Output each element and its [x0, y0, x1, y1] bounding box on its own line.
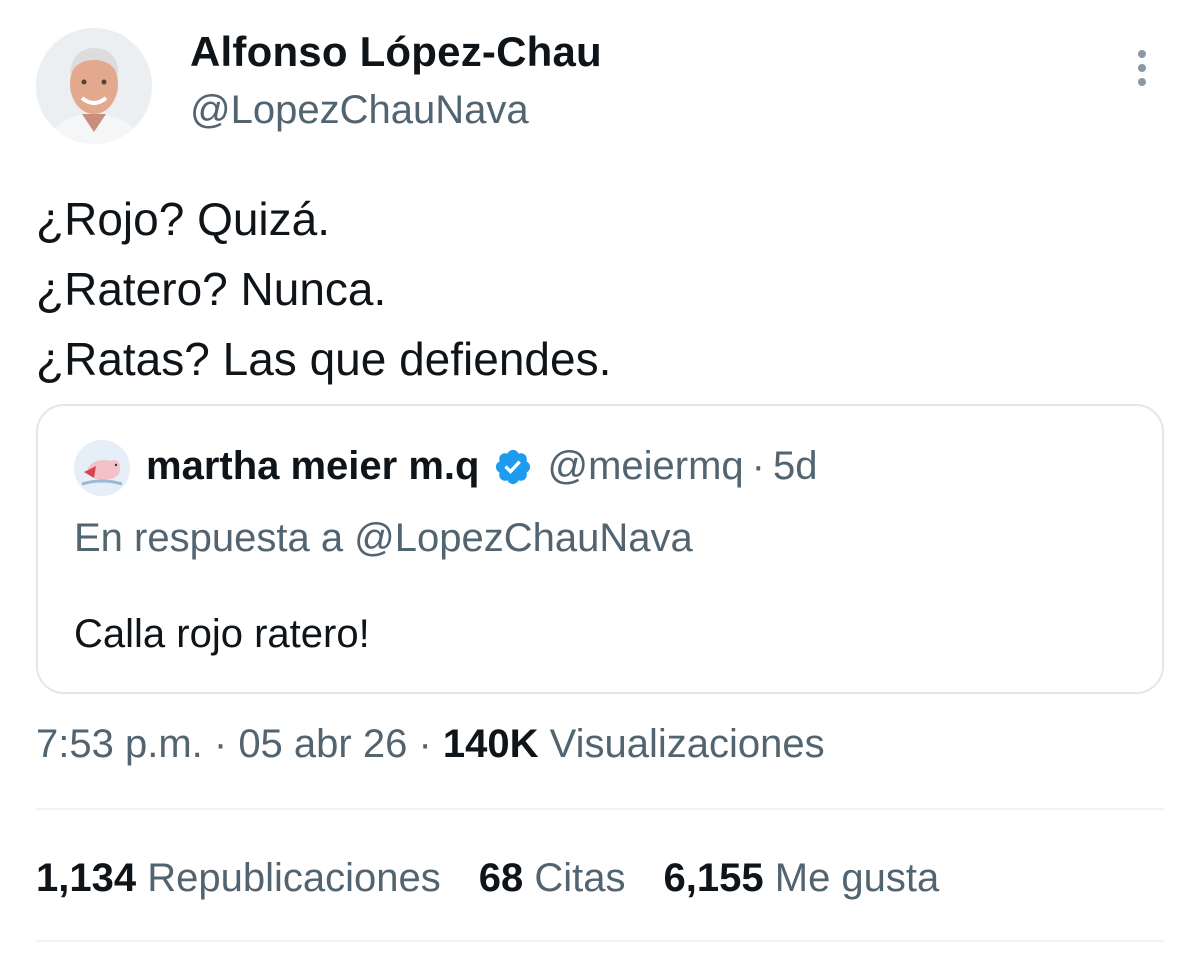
reposts-stat[interactable]: 1,134 Republicaciones: [36, 856, 441, 901]
reply-context[interactable]: En respuesta a @LopezChauNava: [74, 516, 693, 561]
meta-separator: ·: [202, 722, 239, 766]
verified-badge-icon: [496, 449, 531, 484]
tweet-meta: 7:53 p.m. · 05 abr 26 · 140K Visualizaci…: [36, 722, 825, 767]
quotes-label: Citas: [534, 856, 626, 900]
quoted-header: martha meier m.q @meiermq · 5d: [146, 444, 818, 489]
author-handle[interactable]: @LopezChauNava: [190, 88, 529, 133]
author-avatar-image: [36, 28, 152, 144]
divider: [36, 940, 1164, 942]
reposts-label: Republicaciones: [147, 856, 441, 900]
likes-stat[interactable]: 6,155 Me gusta: [664, 856, 940, 901]
author-name[interactable]: Alfonso López-Chau: [190, 28, 602, 76]
quotes-count: 68: [478, 856, 524, 900]
quoted-avatar-image: [74, 440, 130, 496]
reposts-count: 1,134: [36, 856, 137, 900]
likes-count: 6,155: [663, 856, 764, 900]
tweet-time[interactable]: 7:53 p.m.: [36, 722, 203, 766]
tweet-detail: Alfonso López-Chau @LopezChauNava ¿Rojo?…: [0, 0, 1200, 970]
vertical-dots-icon: [1124, 50, 1160, 86]
quoted-author-name[interactable]: martha meier m.q: [146, 444, 479, 489]
quotes-stat[interactable]: 68 Citas: [479, 856, 626, 901]
author-avatar[interactable]: [36, 28, 152, 144]
quoted-author-avatar[interactable]: [74, 440, 130, 496]
meta-separator: ·: [407, 722, 443, 766]
quoted-author-handle[interactable]: @meiermq: [547, 444, 743, 489]
divider: [36, 808, 1164, 810]
tweet-date[interactable]: 05 abr 26: [238, 722, 407, 766]
separator-dot: ·: [751, 444, 765, 488]
tweet-text: ¿Rojo? Quizá. ¿Ratero? Nunca. ¿Ratas? La…: [36, 184, 611, 394]
quoted-timestamp[interactable]: 5d: [773, 444, 818, 489]
more-options-button[interactable]: [1124, 50, 1160, 94]
tweet-text-line: ¿Rojo? Quizá.: [36, 193, 331, 245]
tweet-text-line: ¿Ratero? Nunca.: [36, 263, 387, 315]
views-count: 140K: [442, 722, 539, 766]
tweet-text-line: ¿Ratas? Las que defiendes.: [36, 333, 612, 385]
likes-label: Me gusta: [774, 856, 940, 900]
quoted-tweet-text: Calla rojo ratero!: [74, 612, 370, 656]
engagement-stats: 1,134 Republicaciones 68 Citas 6,155 Me …: [36, 856, 977, 901]
views-label: Visualizaciones: [549, 722, 825, 766]
quoted-tweet-card[interactable]: martha meier m.q @meiermq · 5d En respue…: [36, 404, 1164, 694]
